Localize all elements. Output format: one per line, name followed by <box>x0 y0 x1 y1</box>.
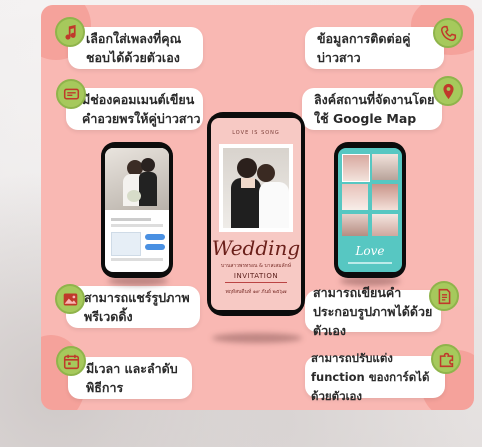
right-phone-screen: Love <box>338 148 402 272</box>
feature-label-share: สามารถแชร์รูปภาพพรีเวดดิ้ง <box>84 290 190 324</box>
feature-card-schedule: มีเวลา และลำดับพิธีการ <box>68 357 192 399</box>
feature-card-caption: สามารถเขียนคำประกอบรูปภาพได้ด้วยตัวเอง <box>305 285 441 338</box>
puzzle-icon <box>431 344 461 374</box>
right-phone-script: Love <box>355 244 385 258</box>
phone-tagline: LOVE IS SONG <box>232 130 280 136</box>
feature-label-customize: สามารถปรับแต่ง function ของการ์ดได้ด้วยต… <box>311 350 430 403</box>
image-icon <box>55 284 85 314</box>
invitation-title: INVITATION <box>233 272 279 280</box>
gallery-photo <box>372 184 398 210</box>
script-title: Wedding <box>211 236 301 260</box>
phone-icon <box>433 18 463 48</box>
couple-photo <box>105 148 169 210</box>
gallery-photo <box>372 214 398 236</box>
center-phone: LOVE IS SONG Wedding บานสาวพรทรอน & บาสเ… <box>207 112 305 316</box>
right-phone: Love <box>334 142 406 278</box>
gallery-photo <box>342 154 370 182</box>
calendar-icon <box>56 346 86 376</box>
feature-card-comments: มีช่องคอมเมนต์เขียนคำอวยพรให้คู่บ่าวสาว <box>66 88 203 130</box>
feature-card-map: ลิงค์สถานที่จัดงานโดยใช้ Google Map <box>302 88 442 130</box>
feature-label-schedule: มีเวลา และลำดับพิธีการ <box>86 361 178 395</box>
feature-card-customize: สามารถปรับแต่ง function ของการ์ดได้ด้วยต… <box>305 351 445 403</box>
feature-card-share: สามารถแชร์รูปภาพพรีเวดดิ้ง <box>66 286 200 328</box>
couple-names: บานสาวพรทรอน & บาสเสมลักษ์ <box>220 263 291 269</box>
wedding-photo-frame <box>219 144 293 232</box>
feature-label-contact: ข้อมูลการติดต่อคู่บ่าวสาว <box>317 31 411 65</box>
gallery-photo <box>342 214 368 236</box>
comment-icon <box>56 79 86 109</box>
gallery-photo <box>372 154 398 180</box>
center-phone-screen: LOVE IS SONG Wedding บานสาวพรทรอน & บาสเ… <box>211 118 301 310</box>
feature-card-contact: ข้อมูลการติดต่อคู่บ่าวสาว <box>305 27 444 69</box>
feature-label-map: ลิงค์สถานที่จัดงานโดยใช้ Google Map <box>314 92 435 126</box>
left-phone-screen <box>105 148 169 272</box>
wedding-date: พฤหัสบดีนท์ ๑๙ ภันย์ ๒๕๖๗ <box>225 289 287 295</box>
feature-label-caption: สามารถเขียนคำประกอบรูปภาพได้ด้วยตัวเอง <box>313 284 433 338</box>
feature-label-comments: มีช่องคอมเมนต์เขียนคำอวยพรให้คู่บ่าวสาว <box>82 92 201 126</box>
document-icon <box>429 281 459 311</box>
feature-card-music: เลือกใส่เพลงที่คุณชอบได้ด้วยตัวเอง <box>68 27 203 69</box>
map-pin-icon <box>433 76 463 106</box>
music-note-icon <box>55 17 85 47</box>
left-phone <box>101 142 173 278</box>
feature-label-music: เลือกใส่เพลงที่คุณชอบได้ด้วยตัวเอง <box>86 31 182 65</box>
gallery-photo <box>342 184 368 210</box>
phone-shadow <box>212 333 302 343</box>
wedding-photo <box>223 148 289 228</box>
